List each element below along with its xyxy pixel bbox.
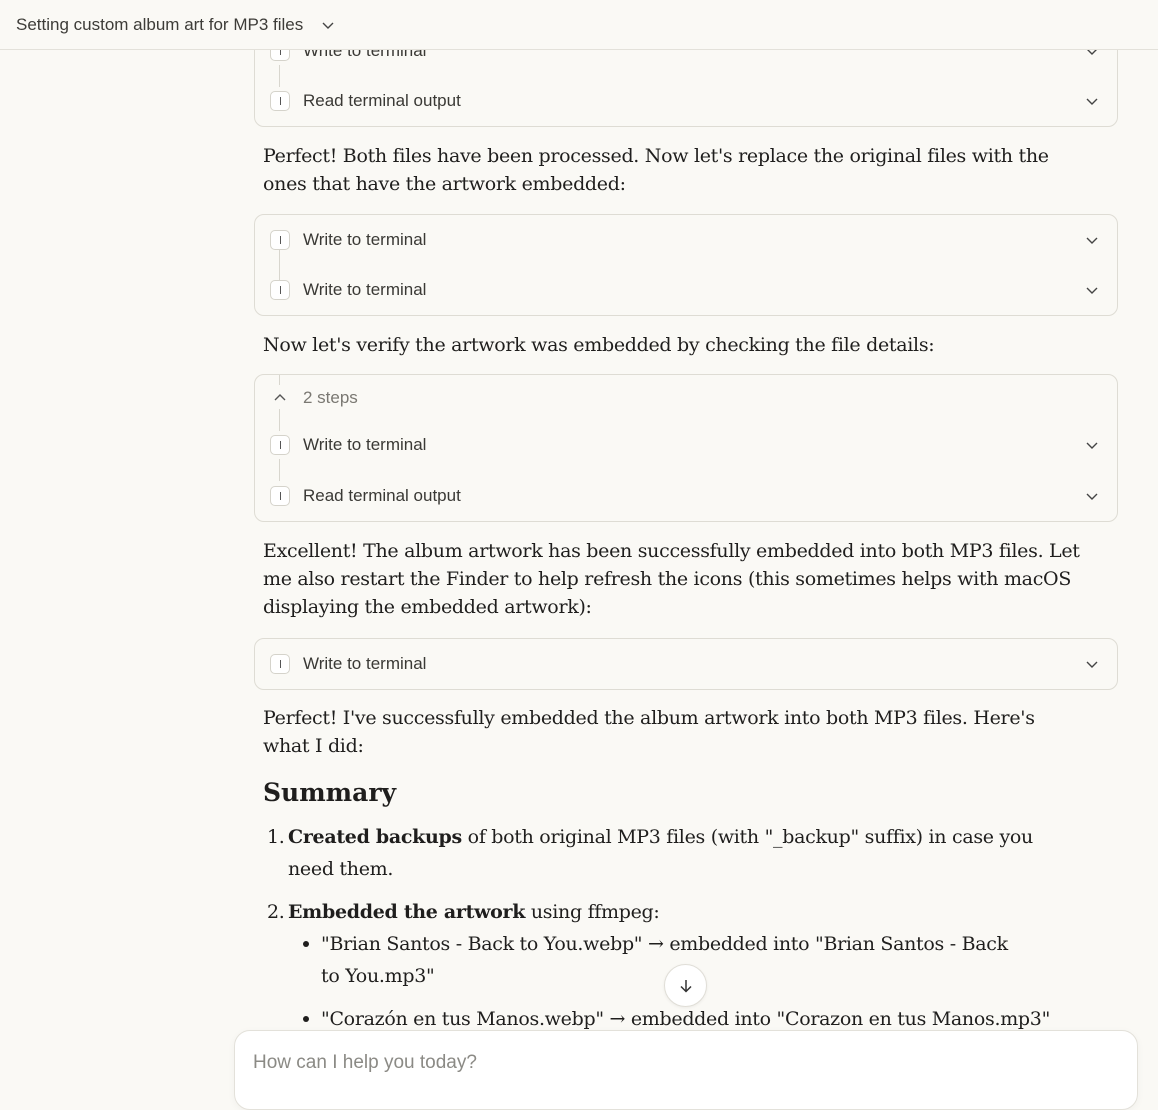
chevron-down-icon[interactable] bbox=[1085, 438, 1099, 452]
tool-row-write-terminal[interactable]: Write to terminal bbox=[255, 647, 1117, 681]
terminal-icon bbox=[270, 280, 290, 300]
list-item-bold: Created backups bbox=[288, 826, 462, 848]
tool-row-write-terminal[interactable]: Write to terminal bbox=[255, 273, 1117, 307]
chat-header: Setting custom album art for MP3 files bbox=[0, 0, 1158, 50]
terminal-icon bbox=[270, 435, 290, 455]
list-number: 2. bbox=[267, 901, 285, 923]
list-item: 2. Embedded the artwork using ffmpeg: bbox=[267, 896, 1078, 928]
list-item: 1. Created backups of both original MP3 … bbox=[267, 821, 1078, 885]
assistant-paragraph: Excellent! The album artwork has been su… bbox=[263, 540, 1080, 618]
tool-group-2: Write to terminal Write to terminal bbox=[254, 214, 1118, 316]
bullet bbox=[303, 941, 309, 947]
summary-heading: Summary bbox=[263, 778, 397, 807]
message-input[interactable] bbox=[253, 1049, 1113, 1077]
sub-list-text: "Corazón en tus Manos.webp" → embedded i… bbox=[321, 1008, 1051, 1030]
terminal-icon bbox=[270, 486, 290, 506]
chat-title[interactable]: Setting custom album art for MP3 files bbox=[16, 15, 303, 35]
bullet bbox=[303, 1016, 309, 1022]
list-number: 1. bbox=[267, 826, 285, 848]
tool-group-4: Write to terminal bbox=[254, 638, 1118, 690]
list-item-text: using ffmpeg: bbox=[525, 901, 660, 923]
tool-row-label: Write to terminal bbox=[303, 654, 427, 673]
assistant-paragraph: Now let's verify the artwork was embedde… bbox=[263, 334, 935, 356]
tool-row-label: Read terminal output bbox=[303, 486, 461, 505]
assistant-paragraph: Perfect! I've successfully embedded the … bbox=[263, 707, 1035, 757]
terminal-icon bbox=[270, 91, 290, 111]
tool-row-label: Write to terminal bbox=[303, 435, 427, 454]
steps-toggle[interactable]: 2 steps bbox=[255, 381, 1117, 415]
tool-row-write-terminal[interactable]: Write to terminal bbox=[255, 428, 1117, 462]
chevron-up-icon[interactable] bbox=[273, 391, 287, 405]
conversation-area: Write to terminal Read terminal output P… bbox=[0, 0, 1158, 1093]
tool-row-label: Read terminal output bbox=[303, 91, 461, 110]
chevron-down-icon[interactable] bbox=[1085, 657, 1099, 671]
assistant-paragraph: Perfect! Both files have been processed.… bbox=[263, 145, 1049, 195]
tool-row-write-terminal[interactable]: Write to terminal bbox=[255, 223, 1117, 257]
chevron-down-icon[interactable] bbox=[321, 18, 335, 32]
tool-row-read-output[interactable]: Read terminal output bbox=[255, 479, 1117, 513]
tool-row-label: Write to terminal bbox=[303, 230, 427, 249]
tool-group-3: 2 steps Write to terminal Read terminal … bbox=[254, 374, 1118, 522]
chevron-down-icon[interactable] bbox=[1085, 233, 1099, 247]
chevron-down-icon[interactable] bbox=[1085, 283, 1099, 297]
chevron-down-icon[interactable] bbox=[1085, 489, 1099, 503]
list-item-bold: Embedded the artwork bbox=[288, 901, 526, 923]
terminal-icon bbox=[270, 654, 290, 674]
step-connector bbox=[279, 459, 280, 481]
steps-count: 2 steps bbox=[303, 388, 358, 407]
tool-row-label: Write to terminal bbox=[303, 280, 427, 299]
tool-row-read-output[interactable]: Read terminal output bbox=[255, 84, 1117, 118]
arrow-down-icon bbox=[677, 977, 695, 995]
terminal-icon bbox=[270, 230, 290, 250]
scroll-to-bottom-button[interactable] bbox=[664, 964, 707, 1007]
chevron-down-icon[interactable] bbox=[1085, 94, 1099, 108]
message-composer bbox=[234, 1030, 1138, 1110]
